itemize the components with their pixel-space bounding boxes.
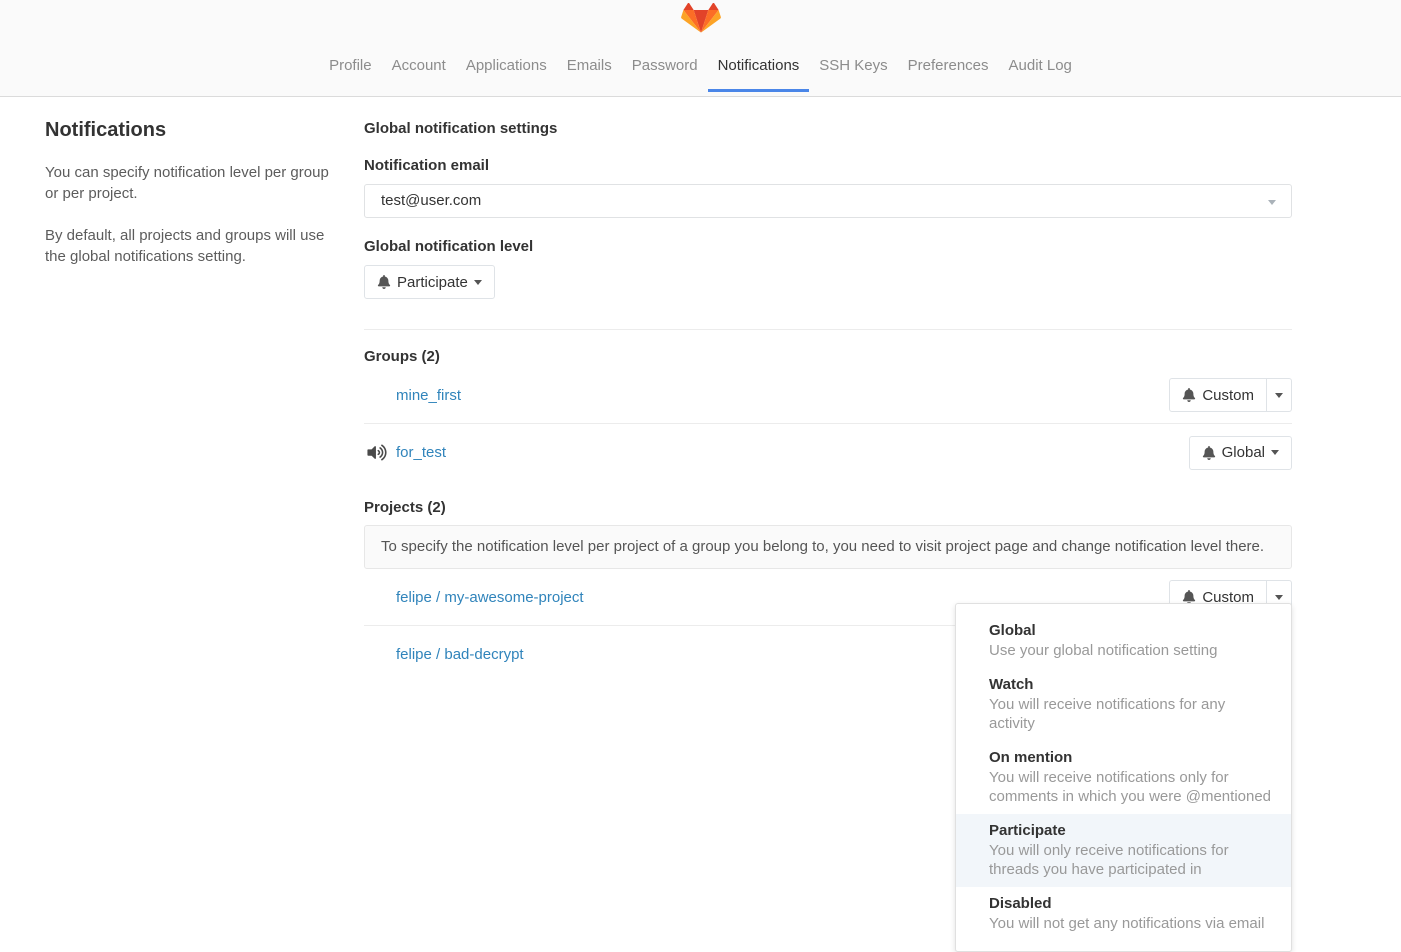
group-level-split-button: Custom (1169, 378, 1292, 412)
sidebar: Notifications You can specify notificati… (0, 109, 364, 683)
projects-title: Projects (2) (364, 499, 1292, 516)
dropdown-item-watch[interactable]: Watch You will receive notifications for… (956, 668, 1291, 741)
dropdown-item-on-mention[interactable]: On mention You will receive notification… (956, 741, 1291, 814)
volume-up-icon (367, 444, 387, 461)
global-level-value: Participate (397, 274, 468, 291)
main-column: Global notification settings Notificatio… (364, 109, 1292, 683)
chevron-down-icon (1268, 200, 1276, 205)
notification-email-select[interactable]: test@user.com (364, 184, 1292, 218)
content: Notifications You can specify notificati… (0, 97, 1401, 683)
section-divider (364, 329, 1292, 330)
bell-icon (1182, 590, 1196, 604)
caret-down-icon (1275, 393, 1283, 398)
tab-emails[interactable]: Emails (557, 44, 622, 92)
groups-list: mine_first Custom (364, 367, 1292, 481)
global-level-label: Global notification level (364, 238, 1292, 255)
sidebar-description-1: You can specify notification level per g… (45, 162, 330, 204)
global-level-button[interactable]: Participate (364, 265, 495, 299)
header: Profile Account Applications Emails Pass… (0, 0, 1401, 97)
gitlab-logo-icon (0, 0, 1401, 44)
profile-nav-tabs: Profile Account Applications Emails Pass… (0, 44, 1401, 92)
tab-account[interactable]: Account (382, 44, 456, 92)
dropdown-item-title: Watch (989, 675, 1275, 695)
projects-note: To specify the notification level per pr… (364, 525, 1292, 569)
caret-down-icon (1275, 595, 1283, 600)
page-title: Notifications (45, 119, 330, 142)
bell-icon (1202, 446, 1216, 460)
project-link-my-awesome-project[interactable]: felipe / my-awesome-project (396, 589, 584, 606)
gitlab-notification-settings-page: Profile Account Applications Emails Pass… (0, 0, 1401, 683)
notification-level-dropdown: Global Use your global notification sett… (955, 603, 1292, 952)
tab-profile[interactable]: Profile (319, 44, 382, 92)
group-level-value: Global (1222, 444, 1265, 461)
notification-email-value: test@user.com (381, 192, 481, 209)
dropdown-item-description: Use your global notification setting (989, 641, 1275, 660)
sidebar-description-2: By default, all projects and groups will… (45, 225, 330, 267)
dropdown-item-participate[interactable]: Participate You will only receive notifi… (956, 814, 1291, 887)
group-row-mine-first: mine_first Custom (364, 367, 1292, 424)
bell-icon (377, 275, 391, 289)
dropdown-item-description: You will only receive notifications for … (989, 841, 1275, 879)
tab-audit-log[interactable]: Audit Log (999, 44, 1082, 92)
dropdown-item-title: Disabled (989, 894, 1275, 914)
notification-email-label: Notification email (364, 157, 1292, 174)
bell-icon (1182, 388, 1196, 402)
group-row-for-test: for_test Global (364, 424, 1292, 481)
dropdown-item-global[interactable]: Global Use your global notification sett… (956, 614, 1291, 668)
dropdown-item-title: Global (989, 621, 1275, 641)
group-level-button[interactable]: Custom (1169, 378, 1267, 412)
tab-preferences[interactable]: Preferences (898, 44, 999, 92)
dropdown-item-title: Participate (989, 821, 1275, 841)
caret-down-icon (1271, 450, 1279, 455)
global-settings-title: Global notification settings (364, 120, 1292, 137)
caret-down-icon (474, 280, 482, 285)
groups-title: Groups (2) (364, 348, 1292, 365)
group-level-value: Custom (1202, 387, 1254, 404)
group-level-caret-button[interactable] (1266, 378, 1292, 412)
group-link-for-test[interactable]: for_test (396, 444, 446, 461)
dropdown-item-description: You will receive notifications only for … (989, 768, 1275, 806)
tab-ssh-keys[interactable]: SSH Keys (809, 44, 897, 92)
tab-applications[interactable]: Applications (456, 44, 557, 92)
tab-notifications[interactable]: Notifications (708, 44, 810, 92)
dropdown-item-description: You will receive notifications for any a… (989, 695, 1275, 733)
dropdown-item-title: On mention (989, 748, 1275, 768)
group-link-mine-first[interactable]: mine_first (396, 387, 461, 404)
group-level-button[interactable]: Global (1189, 436, 1292, 470)
project-link-bad-decrypt[interactable]: felipe / bad-decrypt (396, 646, 524, 663)
tab-password[interactable]: Password (622, 44, 708, 92)
dropdown-item-description: You will not get any notifications via e… (989, 914, 1275, 933)
dropdown-item-disabled[interactable]: Disabled You will not get any notificati… (956, 887, 1291, 941)
